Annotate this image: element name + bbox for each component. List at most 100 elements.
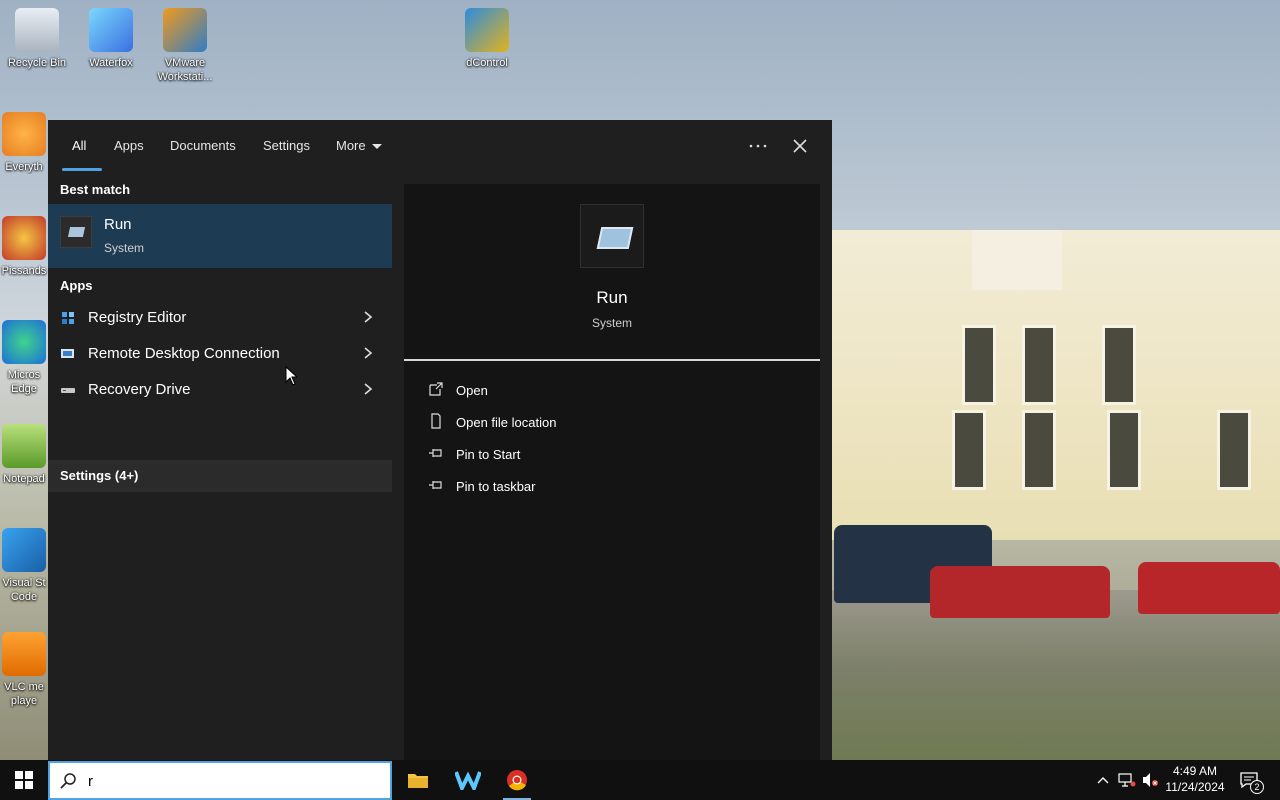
edge-icon	[2, 320, 46, 364]
taskbar-chrome[interactable]	[495, 760, 539, 800]
tab-more[interactable]: More	[336, 138, 382, 153]
desktop-icon-everything[interactable]: Everyth	[0, 112, 48, 174]
windows-logo-icon	[15, 771, 33, 789]
desktop-icon-label: Waterfox	[89, 57, 133, 69]
recycle-bin-icon	[15, 8, 59, 52]
desktop-icon-label: Recycle Bin	[7, 57, 67, 69]
building-window	[1022, 410, 1056, 490]
best-match-header: Best match	[60, 182, 131, 197]
action-label: Open file location	[456, 415, 557, 430]
result-remote-desktop[interactable]: Remote Desktop Connection	[48, 336, 392, 372]
preview-title: Run	[596, 288, 628, 307]
desktop-icon-waterfox[interactable]: Waterfox	[74, 8, 148, 70]
taskbar-file-explorer[interactable]	[396, 760, 440, 800]
desktop-icon-vmware[interactable]: VMware Workstati...	[148, 8, 222, 84]
desktop-icon-label: Micros Edge	[7, 369, 41, 395]
desktop-icon-vscode[interactable]: Visual St Code	[0, 528, 48, 604]
desktop-icon-label: Pissands	[1, 265, 47, 277]
network-status[interactable]	[1116, 760, 1138, 800]
pissands-icon	[2, 216, 46, 260]
close-icon	[793, 139, 807, 153]
tab-settings[interactable]: Settings	[263, 138, 310, 153]
start-button[interactable]	[0, 760, 48, 800]
building-window	[1217, 410, 1251, 490]
preview-divider	[404, 359, 820, 361]
volume-muted-icon	[1143, 773, 1158, 787]
ellipsis-icon	[749, 144, 767, 148]
chevron-down-icon	[371, 144, 382, 150]
desktop-icon-label: VMware Workstati...	[157, 57, 213, 83]
action-label: Pin to Start	[456, 447, 521, 462]
chevron-right-icon[interactable]	[360, 345, 376, 361]
search-input[interactable]	[88, 770, 378, 792]
desktop-icon-label: Notepad	[3, 473, 45, 485]
pin-icon	[429, 449, 442, 457]
tab-more-label: More	[336, 138, 366, 153]
tab-apps[interactable]: Apps	[114, 138, 144, 153]
tab-documents[interactable]: Documents	[170, 138, 236, 153]
desktop-icon-notepad[interactable]: Notepad	[0, 424, 48, 486]
file-location-icon	[431, 413, 441, 429]
desktop-icon-label: dControl	[466, 57, 508, 69]
run-icon	[580, 204, 644, 268]
action-pin-to-taskbar[interactable]: Pin to taskbar	[404, 470, 820, 502]
building-window	[952, 410, 986, 490]
notification-count-badge: 2	[1250, 780, 1264, 794]
search-panel: All Apps Documents Settings More Best ma…	[48, 120, 832, 760]
action-label: Pin to taskbar	[456, 479, 536, 494]
search-icon	[60, 773, 76, 789]
result-label: Recovery Drive	[88, 381, 191, 398]
registry-editor-icon	[62, 312, 74, 324]
volume-status[interactable]	[1140, 760, 1162, 800]
taskbar-clock[interactable]: 4:49 AM 11/24/2024	[1160, 763, 1230, 795]
building-window	[1107, 410, 1141, 490]
active-tab-indicator	[62, 168, 102, 171]
preview-subtitle: System	[591, 316, 632, 330]
building-window	[1102, 325, 1136, 405]
result-recovery-drive[interactable]: Recovery Drive	[48, 372, 392, 408]
vscode-icon	[2, 528, 46, 572]
desktop-icon-vlc[interactable]: VLC me playe	[0, 632, 48, 708]
clock-date: 11/24/2024	[1165, 780, 1225, 794]
desktop-icon-label: Everyth	[5, 161, 43, 173]
results-list: Best match Run System Apps Registry Edit…	[48, 172, 392, 760]
file-explorer-icon	[408, 774, 428, 788]
taskbar-search-box[interactable]	[48, 761, 392, 800]
clock-time: 4:49 AM	[1172, 764, 1218, 778]
run-icon	[60, 216, 92, 248]
more-options-button[interactable]	[742, 132, 774, 160]
close-button[interactable]	[784, 132, 816, 160]
action-open[interactable]: Open	[404, 374, 820, 406]
preview-pane: Run System Open Open file location Pin t…	[404, 184, 820, 760]
action-label: Open	[456, 383, 488, 398]
result-label: Remote Desktop Connection	[88, 345, 280, 362]
wallpaper-building	[832, 230, 1280, 540]
notepad-icon	[2, 424, 46, 468]
settings-results-label: Settings (4+)	[60, 468, 139, 483]
building-window	[1022, 325, 1056, 405]
desktop-icon-edge[interactable]: Micros Edge	[0, 320, 48, 396]
result-registry-editor[interactable]: Registry Editor	[48, 300, 392, 336]
taskbar: 4:49 AM 11/24/2024 2	[0, 760, 1280, 800]
taskbar-waterfox[interactable]	[446, 760, 490, 800]
chevron-right-icon[interactable]	[360, 381, 376, 397]
building-tower	[972, 230, 1062, 290]
desktop-icon-dcontrol[interactable]: dControl	[450, 8, 524, 70]
best-match-item[interactable]: Run System	[48, 204, 392, 268]
show-hidden-icons-button[interactable]	[1094, 760, 1112, 800]
action-pin-to-start[interactable]: Pin to Start	[404, 438, 820, 470]
chevron-right-icon[interactable]	[360, 309, 376, 325]
settings-results-row[interactable]: Settings (4+)	[48, 460, 392, 492]
best-match-subtitle: System	[104, 241, 145, 255]
desktop-icon-pissands[interactable]: Pissands	[0, 216, 48, 278]
action-open-file-location[interactable]: Open file location	[404, 406, 820, 438]
tab-all[interactable]: All	[72, 138, 86, 153]
desktop-icon-recycle-bin[interactable]: Recycle Bin	[0, 8, 74, 70]
wallpaper-car	[1138, 562, 1280, 614]
dcontrol-icon	[465, 8, 509, 52]
waterfox-icon	[455, 771, 481, 790]
vmware-icon	[163, 8, 207, 52]
search-tabs: All Apps Documents Settings More	[48, 120, 832, 172]
mouse-cursor-icon	[285, 366, 297, 386]
desktop-icon-label: Visual St Code	[2, 577, 46, 603]
